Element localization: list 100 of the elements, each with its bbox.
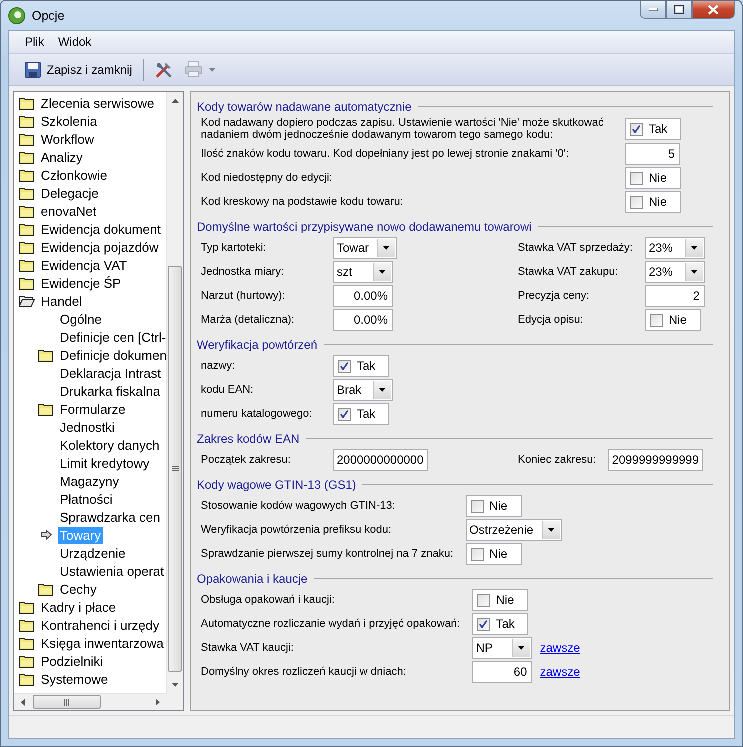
menu-item[interactable]: Widok bbox=[54, 33, 96, 51]
tree-item[interactable]: Zlecenia serwisowe bbox=[39, 94, 156, 112]
field-label: Marża (detaliczna): bbox=[201, 314, 296, 326]
checkbox-field[interactable]: Tak bbox=[625, 118, 681, 140]
caret-icon bbox=[20, 698, 24, 706]
field-label: Kod nadawany dopiero podczas zapisu. Ustawienie wartości 'Nie' może skutkować nadaniem dwóm jednocześnie dodawanym towarom tego samego kodu: bbox=[201, 117, 605, 141]
tree-item[interactable]: Formularze bbox=[58, 400, 128, 418]
menu-item[interactable]: Plik bbox=[21, 33, 48, 51]
dropdown-field[interactable]: NP bbox=[472, 637, 532, 659]
tree-item[interactable]: Urządzenie bbox=[58, 544, 128, 562]
caret-icon bbox=[548, 528, 555, 532]
link[interactable]: zawsze bbox=[540, 641, 580, 655]
number-field[interactable]: 60 bbox=[472, 661, 532, 683]
field-label: Początek zakresu: bbox=[201, 454, 292, 466]
input-field[interactable]: 2000000000000 bbox=[333, 449, 428, 471]
input-field[interactable]: 2099999999999 bbox=[608, 449, 704, 471]
section-title: Kody towarów nadawane automatycznie bbox=[197, 100, 412, 114]
section-title: Kody wagowe GTIN-13 (GS1) bbox=[197, 478, 356, 492]
tree-item[interactable]: Szkolenia bbox=[39, 112, 100, 130]
number-field[interactable]: 0.00% bbox=[333, 309, 393, 331]
caret-icon bbox=[383, 246, 390, 250]
number-field[interactable]: 0.00% bbox=[333, 285, 393, 307]
tree-item[interactable]: Księga inwentarzowa bbox=[39, 634, 166, 652]
section-title: Domyślne wartości przypisywane nowo dodawanemu towarowi bbox=[197, 220, 532, 234]
tree-item[interactable]: Systemowe bbox=[39, 670, 110, 688]
field-label: Weryfikacja powtórzenia prefiksu kodu: bbox=[201, 524, 393, 536]
dropdown-field[interactable]: szt bbox=[333, 261, 393, 283]
tree-item[interactable]: Kontrahenci i urzędy bbox=[39, 616, 162, 634]
tree-item[interactable]: Ogólne bbox=[58, 310, 104, 328]
tree-item[interactable]: Definicje dokumen bbox=[58, 346, 166, 364]
tree-item[interactable]: Jednostki bbox=[58, 418, 117, 436]
field-label: Precyzja ceny: bbox=[518, 290, 591, 302]
tree-item[interactable]: Cechy bbox=[58, 580, 99, 598]
app-icon bbox=[8, 6, 26, 24]
field-label: Ilość znaków kodu towaru. Kod dopełniany jest po lewej stronie znakami '0': bbox=[201, 148, 570, 160]
section-title: Zakres kodów EAN bbox=[197, 432, 300, 446]
dropdown-field[interactable]: 23% bbox=[644, 261, 705, 283]
caret-icon bbox=[209, 68, 216, 72]
checkbox-field[interactable]: Nie bbox=[466, 543, 522, 565]
tree-item[interactable]: Kadry i płace bbox=[39, 598, 118, 616]
checkbox-field[interactable]: Nie bbox=[644, 309, 701, 331]
grip-icon bbox=[64, 698, 70, 706]
checkbox-field[interactable]: Nie bbox=[625, 191, 681, 213]
tree-item[interactable]: Ustawienia operat bbox=[58, 562, 166, 580]
section-title: Opakowania i kaucje bbox=[197, 572, 308, 586]
tree-item[interactable]: Sprawdzarka cen bbox=[58, 508, 162, 526]
check-icon bbox=[340, 410, 349, 418]
field-label: Stawka VAT kaucji: bbox=[201, 642, 295, 654]
caret-icon bbox=[379, 388, 386, 392]
tree-item[interactable]: Workflow bbox=[39, 130, 96, 148]
tree-item[interactable]: Kolektory danych bbox=[58, 436, 162, 454]
field-label: Stawka VAT sprzedaży: bbox=[518, 242, 633, 254]
number-field[interactable]: 2 bbox=[644, 285, 705, 307]
tree-item[interactable]: Deklaracja Intrast bbox=[58, 364, 164, 382]
tree-item[interactable]: Ewidencje ŚP bbox=[39, 274, 124, 292]
horizontal-scrollbar[interactable] bbox=[14, 693, 166, 710]
tree-item[interactable]: enovaNet bbox=[39, 202, 99, 220]
checkbox-field[interactable]: Nie bbox=[472, 589, 528, 611]
tree-item[interactable]: Magazyny bbox=[58, 472, 122, 490]
checkbox-field[interactable]: Tak bbox=[472, 613, 528, 635]
dropdown-field[interactable]: Brak bbox=[333, 379, 393, 401]
close-button[interactable] bbox=[692, 1, 735, 19]
dropdown-field[interactable]: Ostrzeżenie bbox=[466, 519, 562, 541]
tree-item[interactable]: Ewidencja dokument bbox=[39, 220, 163, 238]
tree-item[interactable]: Płatności bbox=[58, 490, 115, 508]
field-label: Narzut (hurtowy): bbox=[201, 290, 286, 302]
link[interactable]: zawsze bbox=[540, 665, 580, 679]
checkbox-field[interactable]: Tak bbox=[333, 355, 389, 377]
tree-item[interactable]: Delegacje bbox=[39, 184, 101, 202]
dropdown-field[interactable]: 23% bbox=[644, 237, 705, 259]
vertical-scrollbar[interactable] bbox=[166, 92, 183, 693]
field-label: nazwy: bbox=[201, 360, 236, 372]
field-label: Sprawdzanie pierwszej sumy kontrolnej na 7 znaku: bbox=[201, 548, 454, 560]
tree-item[interactable]: Ewidencja pojazdów bbox=[39, 238, 161, 256]
caret-icon bbox=[518, 646, 526, 650]
tree-item[interactable]: Definicje cen [Ctrl- bbox=[58, 328, 166, 346]
checkbox-field[interactable]: Nie bbox=[625, 167, 681, 189]
field-label: Typ kartoteki: bbox=[201, 242, 268, 254]
tree-item[interactable]: Drukarka fiskalna bbox=[58, 382, 162, 400]
checkbox-field[interactable]: Nie bbox=[466, 495, 522, 517]
tree-item[interactable]: Handel bbox=[39, 292, 84, 310]
section-title: Weryfikacja powtórzeń bbox=[197, 338, 318, 352]
tree-item[interactable]: Ewidencja VAT bbox=[39, 256, 130, 274]
printer-icon bbox=[185, 61, 204, 78]
dropdown-field[interactable]: Towar bbox=[333, 237, 398, 259]
tree-item[interactable]: Limit kredytowy bbox=[58, 454, 152, 472]
field-label: kodu EAN: bbox=[201, 384, 255, 396]
save-button[interactable]: Zapisz i zamknij bbox=[21, 58, 136, 82]
checkbox-field[interactable]: Tak bbox=[333, 403, 389, 425]
arrow-icon bbox=[40, 530, 52, 540]
minimize-button[interactable] bbox=[640, 1, 666, 19]
maximize-button[interactable] bbox=[666, 1, 692, 19]
tree-item[interactable]: Członkowie bbox=[39, 166, 110, 184]
tree-item[interactable]: Podzielniki bbox=[39, 652, 106, 670]
save-icon bbox=[25, 62, 41, 78]
field-label: Stosowanie kodów wagowych GTIN-13: bbox=[201, 500, 396, 512]
field-label: Automatyczne rozliczanie wydań i przyjęć opakowań: bbox=[201, 618, 460, 630]
tree-item[interactable]: Analizy bbox=[39, 148, 85, 166]
number-field[interactable]: 5 bbox=[625, 143, 680, 165]
caret-icon bbox=[172, 98, 178, 102]
